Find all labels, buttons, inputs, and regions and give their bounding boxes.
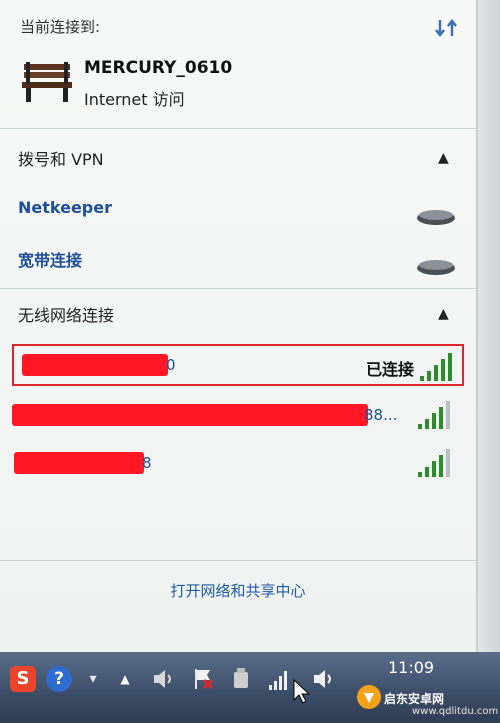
- connected-status: 已连接: [365, 360, 414, 379]
- usb-device-icon[interactable]: [228, 666, 254, 692]
- wifi-ssid-tail: 8: [142, 454, 152, 472]
- wifi-signal-icon: [420, 353, 452, 381]
- watermark-text: 启东安卓网: [384, 692, 445, 706]
- collapse-chevron-icon[interactable]: ▲: [438, 306, 449, 322]
- wifi-ssid-tail: 0: [166, 356, 176, 374]
- connection-access-status: Internet 访问: [84, 90, 185, 109]
- redacted-ssid: [12, 404, 368, 426]
- taskbar-clock[interactable]: 11:09: [388, 658, 434, 677]
- redacted-ssid: [14, 452, 144, 474]
- wifi-network-item[interactable]: 88...: [12, 398, 464, 440]
- wifi-signal-icon: [418, 401, 450, 429]
- dialup-item-netkeeper[interactable]: Netkeeper: [18, 198, 112, 217]
- connected-to-label: 当前连接到:: [20, 18, 101, 36]
- dialup-vpn-section-title[interactable]: 拨号和 VPN: [18, 146, 104, 170]
- collapse-chevron-icon[interactable]: ▲: [438, 150, 449, 166]
- divider: [0, 128, 476, 129]
- modem-icon: [417, 260, 455, 275]
- volume-icon[interactable]: [310, 666, 336, 692]
- action-center-flag-icon[interactable]: [190, 666, 216, 692]
- wifi-network-item-selected[interactable]: 0 已连接: [12, 344, 464, 386]
- help-icon[interactable]: ?: [46, 666, 72, 692]
- connected-network-name: MERCURY_0610: [84, 58, 233, 78]
- wifi-ssid-tail: 88...: [364, 406, 398, 424]
- dialup-item-broadband[interactable]: 宽带连接: [18, 247, 82, 271]
- sogou-ime-icon[interactable]: S: [10, 666, 36, 692]
- volume-mute-icon[interactable]: [150, 666, 176, 692]
- divider: [0, 288, 476, 289]
- watermark-url: www.qdlitdu.com: [412, 706, 499, 717]
- network-signal-icon[interactable]: [266, 666, 292, 692]
- network-refresh-icon[interactable]: [432, 14, 460, 42]
- wifi-signal-icon: [418, 449, 450, 477]
- redacted-ssid: [22, 354, 168, 376]
- divider: [0, 560, 476, 561]
- desktop-background: [478, 0, 500, 652]
- modem-icon: [417, 210, 455, 225]
- park-bench-icon: [22, 62, 72, 102]
- chevron-icon[interactable]: ▾: [80, 666, 106, 692]
- wireless-section-title[interactable]: 无线网络连接: [18, 302, 114, 326]
- wifi-network-item[interactable]: 8: [12, 446, 464, 488]
- network-flyout: 当前连接到: MERCURY_0610 Internet 访问 拨号和 VPN …: [0, 0, 478, 652]
- watermark-logo-icon: [357, 685, 381, 709]
- open-network-sharing-center-link[interactable]: 打开网络和共享中心: [0, 580, 476, 601]
- current-connection: MERCURY_0610 Internet 访问: [18, 52, 458, 116]
- show-hidden-icon[interactable]: ▲: [112, 666, 138, 692]
